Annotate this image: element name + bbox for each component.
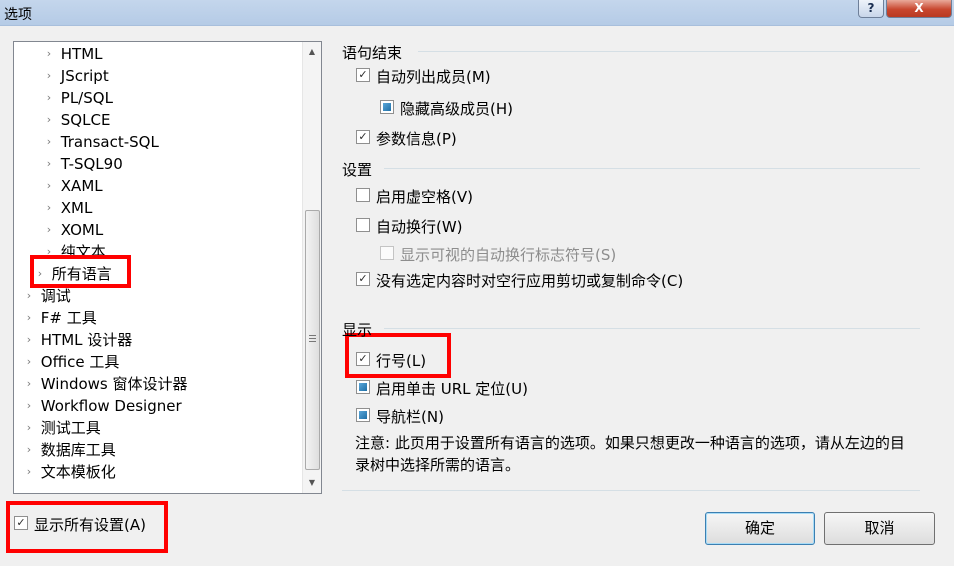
chevron-right-icon[interactable]: › — [42, 175, 56, 197]
chevron-right-icon[interactable]: › — [22, 461, 36, 483]
tree-item-xml[interactable]: › XML — [42, 197, 93, 219]
auto-list-members-label: 自动列出成员(M) — [376, 68, 491, 86]
tree-item-label: SQLCE — [60, 111, 111, 129]
navigation-bar-checkbox[interactable] — [356, 408, 370, 422]
tree-item-label: XOML — [60, 221, 104, 239]
bottom-separator — [342, 490, 920, 491]
tree-item-label: HTML — [60, 45, 103, 63]
chevron-right-icon[interactable]: › — [42, 109, 56, 131]
show-all-settings-label: 显示所有设置(A) — [34, 516, 146, 534]
chevron-right-icon[interactable]: › — [22, 395, 36, 417]
grip-line — [309, 338, 316, 339]
chevron-right-icon[interactable]: › — [22, 351, 36, 373]
chevron-right-icon[interactable]: › — [42, 197, 56, 219]
group-title-display: 显示 — [342, 321, 373, 339]
chevron-right-icon[interactable]: › — [42, 87, 56, 109]
tree-item-sqlce[interactable]: › SQLCE — [42, 109, 111, 131]
tree-item-label: 测试工具 — [40, 419, 101, 437]
parameter-information-checkbox[interactable]: ✓ — [356, 130, 370, 144]
tree-item-windows-forms-designer[interactable]: › Windows 窗体设计器 — [22, 373, 188, 395]
chevron-right-icon[interactable]: › — [22, 417, 36, 439]
tree-item-fsharp-tools[interactable]: › F# 工具 — [22, 307, 97, 329]
tree-item-html-designer[interactable]: › HTML 设计器 — [22, 329, 133, 351]
tree-item-label: Transact-SQL — [60, 133, 159, 151]
title-bar: 选项 ? X — [0, 0, 954, 26]
chevron-right-icon[interactable]: › — [22, 307, 36, 329]
hide-advanced-members-label: 隐藏高级成员(H) — [400, 100, 513, 118]
auto-list-members-checkbox[interactable]: ✓ — [356, 68, 370, 82]
chevron-right-icon[interactable]: › — [22, 285, 36, 307]
word-wrap-label: 自动换行(W) — [376, 218, 463, 236]
window-title: 选项 — [4, 7, 32, 23]
tree-item-label: Office 工具 — [40, 353, 120, 371]
chevron-right-icon[interactable]: › — [22, 373, 36, 395]
chevron-right-icon[interactable]: › — [22, 439, 36, 461]
tree-item-label: Workflow Designer — [40, 397, 182, 415]
scroll-up-arrow-icon[interactable]: ▲ — [303, 43, 321, 60]
scroll-down-arrow-icon[interactable]: ▼ — [303, 474, 321, 491]
tree-item-text-templating[interactable]: › 文本模板化 — [22, 461, 116, 483]
enable-virtual-space-checkbox[interactable] — [356, 188, 370, 202]
tree-item-label: 数据库工具 — [40, 441, 116, 459]
group-separator — [384, 168, 920, 169]
grip-line — [309, 335, 316, 336]
chevron-right-icon[interactable]: › — [42, 131, 56, 153]
tree-item-label: JScript — [60, 67, 109, 85]
apply-cut-copy-label: 没有选定内容时对空行应用剪切或复制命令(C) — [376, 272, 684, 290]
cancel-button[interactable]: 取消 — [824, 512, 935, 545]
tree-item-debugging[interactable]: › 调试 — [22, 285, 71, 307]
chevron-right-icon[interactable]: › — [42, 65, 56, 87]
single-click-url-checkbox[interactable] — [356, 380, 370, 394]
word-wrap-checkbox[interactable] — [356, 218, 370, 232]
tree-item-test-tools[interactable]: › 测试工具 — [22, 417, 101, 439]
chevron-right-icon[interactable]: › — [22, 329, 36, 351]
parameter-information-label: 参数信息(P) — [376, 130, 457, 148]
enable-virtual-space-label: 启用虚空格(V) — [376, 188, 473, 206]
show-wrap-glyphs-label: 显示可视的自动换行标志符号(S) — [400, 246, 617, 264]
chevron-right-icon[interactable]: › — [42, 219, 56, 241]
tree-item-label: Windows 窗体设计器 — [40, 375, 188, 393]
show-wrap-glyphs-checkbox[interactable] — [380, 246, 394, 260]
apply-cut-copy-checkbox[interactable]: ✓ — [356, 272, 370, 286]
tree-item-jscript[interactable]: › JScript — [42, 65, 109, 87]
tree-item-html[interactable]: › HTML — [42, 43, 103, 65]
tree-item-transact-sql[interactable]: › Transact-SQL — [42, 131, 159, 153]
group-separator — [418, 51, 920, 52]
help-button[interactable]: ? — [858, 0, 884, 18]
highlight-all-languages — [30, 255, 131, 288]
tree-item-workflow-designer[interactable]: › Workflow Designer — [22, 395, 182, 417]
tree-item-label: XAML — [60, 177, 103, 195]
chevron-right-icon[interactable]: › — [42, 153, 56, 175]
tree-item-label: 调试 — [40, 287, 71, 305]
tree-item-label: PL/SQL — [60, 89, 113, 107]
tree-item-plsql[interactable]: › PL/SQL — [42, 87, 113, 109]
scroll-thumb[interactable] — [305, 210, 320, 470]
ok-button[interactable]: 确定 — [705, 512, 815, 545]
close-button[interactable]: X — [886, 0, 952, 18]
tree-item-xaml[interactable]: › XAML — [42, 175, 103, 197]
navigation-bar-label: 导航栏(N) — [376, 408, 444, 426]
tree-item-tsql90[interactable]: › T-SQL90 — [42, 153, 123, 175]
show-all-settings-checkbox[interactable]: ✓ — [14, 516, 28, 530]
tree-item-label: HTML 设计器 — [40, 331, 133, 349]
grip-line — [309, 341, 316, 342]
tree-item-label: XML — [60, 199, 93, 217]
single-click-url-label: 启用单击 URL 定位(U) — [376, 380, 528, 398]
tree-item-database-tools[interactable]: › 数据库工具 — [22, 439, 116, 461]
tree-item-xoml[interactable]: › XOML — [42, 219, 103, 241]
tree-item-label: T-SQL90 — [60, 155, 123, 173]
line-numbers-label: 行号(L) — [376, 352, 427, 370]
group-title-statement-completion: 语句结束 — [342, 44, 403, 62]
tree-item-label: 文本模板化 — [40, 463, 116, 481]
line-numbers-checkbox[interactable]: ✓ — [356, 352, 370, 366]
tree-item-label: F# 工具 — [40, 309, 97, 327]
tree-scrollbar[interactable]: ▲ ▼ — [302, 42, 321, 493]
note-text: 注意: 此页用于设置所有语言的选项。如果只想更改一种语言的选项，请从左边的目录树… — [355, 434, 905, 474]
group-title-settings: 设置 — [342, 161, 373, 179]
group-separator — [384, 328, 920, 329]
tree-item-office-tools[interactable]: › Office 工具 — [22, 351, 120, 373]
hide-advanced-members-checkbox[interactable] — [380, 100, 394, 114]
chevron-right-icon[interactable]: › — [42, 43, 56, 65]
